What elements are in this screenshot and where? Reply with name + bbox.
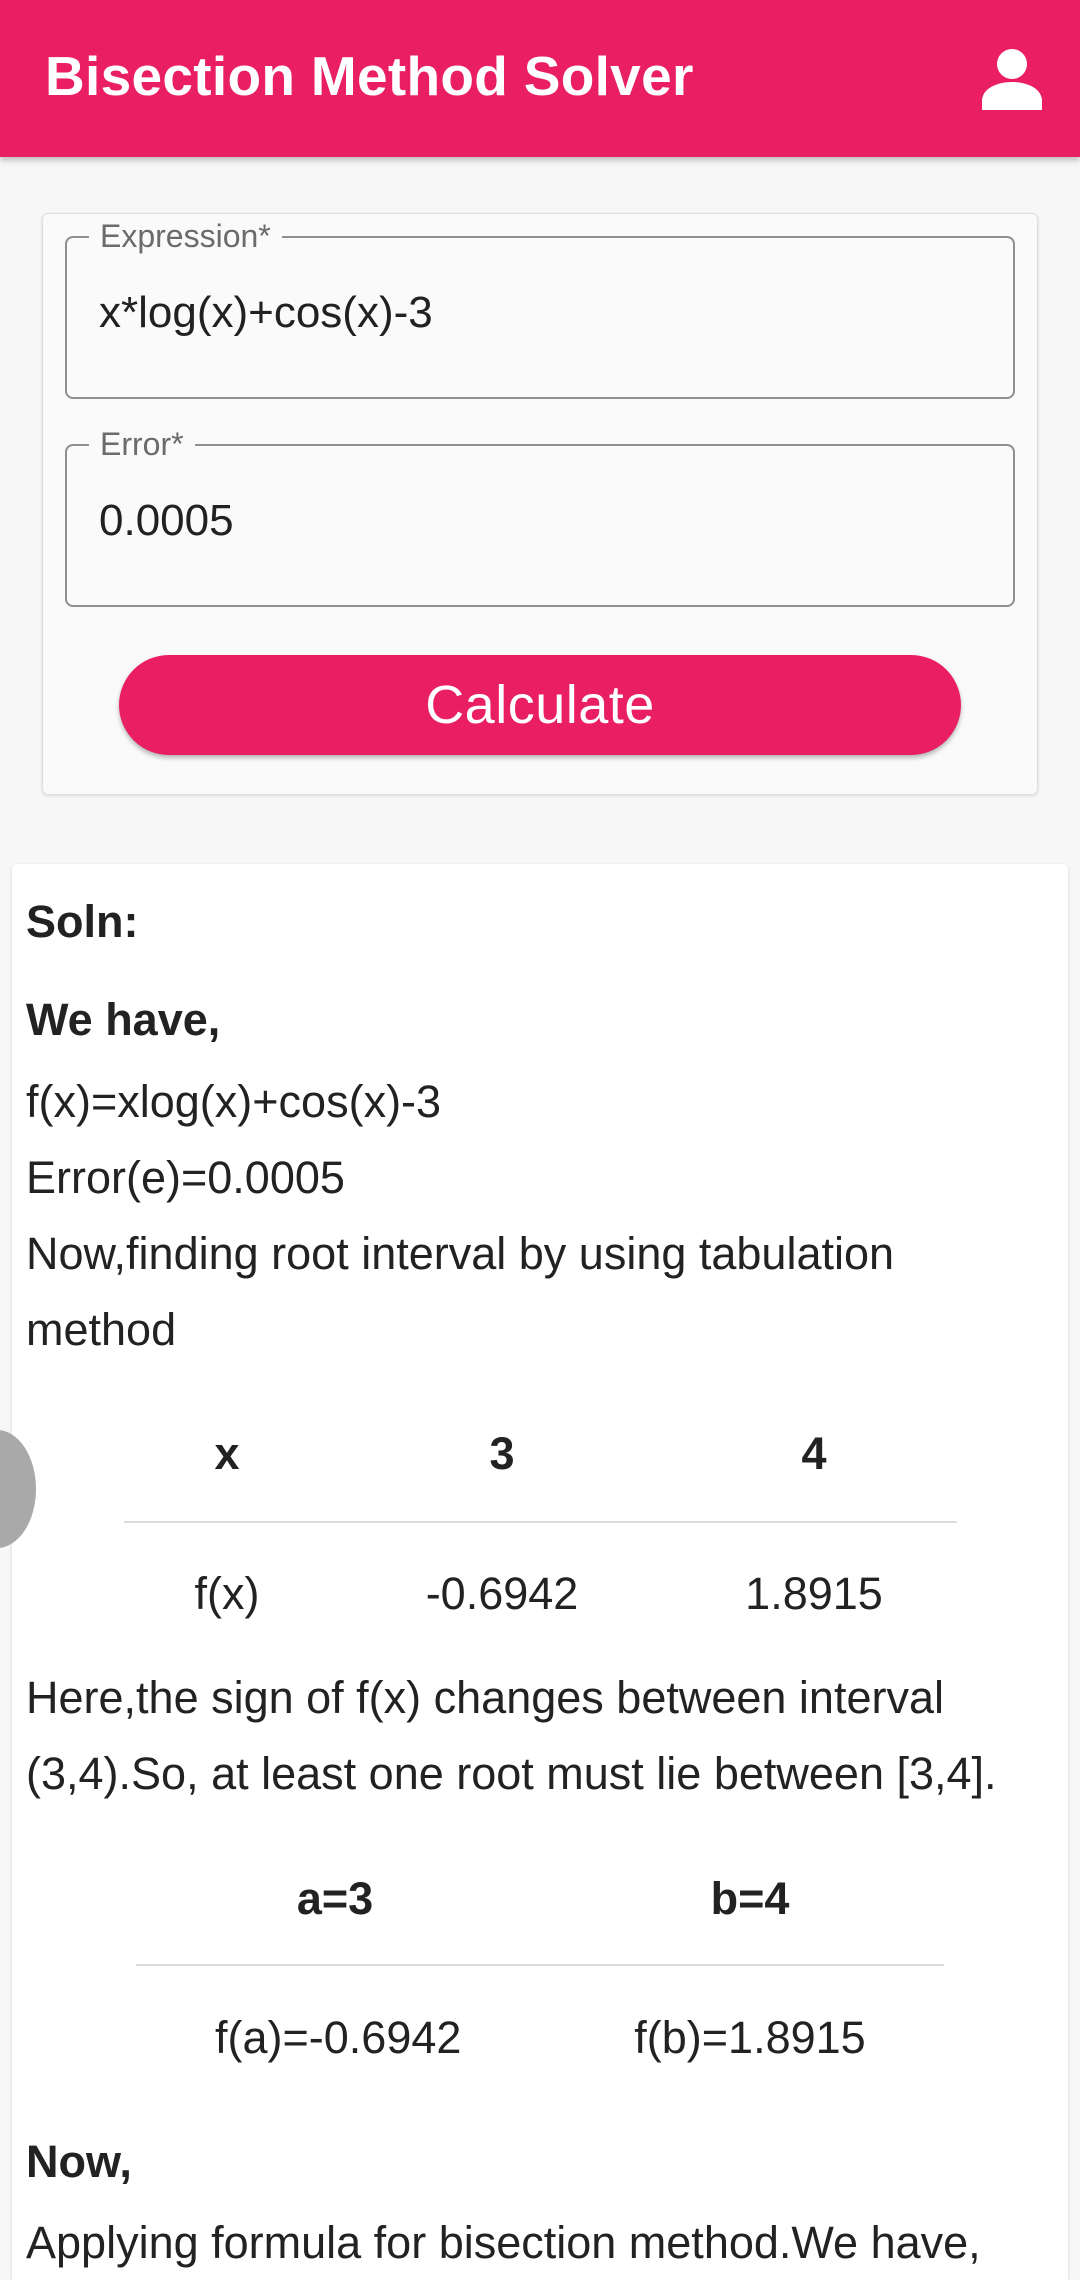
now-heading: Now, (26, 2136, 132, 2187)
table-header-cell: 4 (801, 1428, 827, 1479)
tabulation-intro-line: Now,finding root interval by using tabul… (26, 1228, 895, 1279)
table-divider (124, 1521, 957, 1523)
tabulation-intro-line-2: method (26, 1304, 177, 1355)
error-field[interactable]: Error* 0.0005 (65, 425, 1015, 607)
table-header-cell: x (214, 1428, 240, 1479)
table-divider (136, 1964, 944, 1966)
input-card: Expression* x*log(x)+cos(x)-3 Error* 0.0… (42, 213, 1038, 795)
table-cell: f(x) (194, 1568, 260, 1619)
table-cell: -0.6942 (425, 1568, 579, 1619)
table-header-cell: a=3 (296, 1873, 374, 1924)
solution-card: Soln: We have, f(x)=xlog(x)+cos(x)-3 Err… (12, 864, 1068, 2280)
calculate-button[interactable]: Calculate (119, 655, 961, 755)
expression-field[interactable]: Expression* x*log(x)+cos(x)-3 (65, 217, 1015, 399)
we-have-heading: We have, (26, 994, 221, 1045)
solution-heading: Soln: (26, 896, 139, 947)
expression-label: Expression* (89, 217, 282, 255)
account-person-icon[interactable] (980, 48, 1044, 110)
error-line: Error(e)=0.0005 (26, 1152, 345, 1203)
table-cell: f(b)=1.8915 (634, 2012, 866, 2063)
function-line: f(x)=xlog(x)+cos(x)-3 (26, 1076, 442, 1127)
error-label: Error* (89, 425, 195, 463)
expression-input[interactable]: x*log(x)+cos(x)-3 (99, 288, 433, 338)
table-cell: 1.8915 (745, 1568, 883, 1619)
sign-change-line: Here,the sign of f(x) changes between in… (26, 1672, 944, 1723)
error-input[interactable]: 0.0005 (99, 496, 234, 546)
table-cell: f(a)=-0.6942 (215, 2012, 462, 2063)
sign-change-line-2: (3,4).So, at least one root must lie bet… (26, 1748, 997, 1799)
table-header-cell: 3 (489, 1428, 515, 1479)
table-header-cell: b=4 (710, 1873, 790, 1924)
app-title: Bisection Method Solver (45, 45, 694, 107)
app-bar: Bisection Method Solver (0, 0, 1080, 157)
formula-line: Applying formula for bisection method.We… (26, 2217, 981, 2268)
